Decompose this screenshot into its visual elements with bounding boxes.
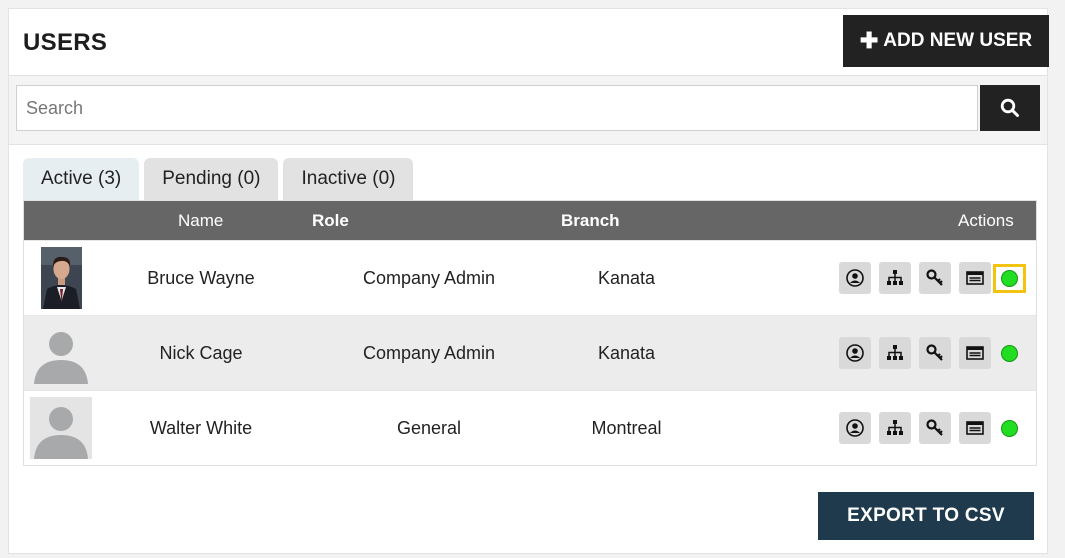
user-name: Walter White: [149, 417, 253, 438]
id-card-icon: [966, 346, 984, 360]
id-card-button[interactable]: [959, 412, 991, 444]
search-bar: [9, 76, 1047, 145]
user-profile-button[interactable]: [839, 337, 871, 369]
search-icon: [1000, 98, 1019, 117]
avatar: [30, 397, 92, 459]
add-new-user-button[interactable]: ✚ ADD NEW USER: [843, 15, 1049, 67]
org-chart-icon: [887, 420, 903, 435]
user-role: General: [396, 417, 462, 438]
key-button[interactable]: [919, 412, 951, 444]
tab-active[interactable]: Active (3): [23, 158, 140, 200]
user-profile-button[interactable]: [839, 262, 871, 294]
table-row: Nick Cage Company Admin Kanata: [24, 315, 1036, 390]
user-profile-icon: [846, 344, 864, 362]
org-chart-button[interactable]: [879, 337, 911, 369]
page-title: USERS: [23, 29, 108, 56]
user-role: Company Admin: [362, 267, 496, 288]
row-actions: [839, 391, 1026, 465]
status-active-icon: [1001, 269, 1018, 287]
status-toggle[interactable]: [993, 414, 1026, 443]
search-input[interactable]: [16, 85, 978, 131]
key-button[interactable]: [919, 262, 951, 294]
org-chart-button[interactable]: [879, 412, 911, 444]
panel-header: USERS ✚ ADD NEW USER: [9, 9, 1049, 76]
column-header-branch[interactable]: Branch: [561, 201, 620, 240]
status-active-icon: [1001, 419, 1018, 437]
column-header-role[interactable]: Role: [312, 201, 349, 240]
org-chart-icon: [887, 270, 903, 285]
org-chart-button[interactable]: [879, 262, 911, 294]
users-panel: USERS ✚ ADD NEW USER Active (3) Pending …: [8, 8, 1049, 554]
table-row: Walter White General Montreal: [24, 390, 1036, 465]
row-actions: [839, 316, 1026, 390]
avatar: [30, 322, 92, 384]
status-tabs: Active (3) Pending (0) Inactive (0): [23, 158, 414, 200]
add-new-user-label: ADD NEW USER: [883, 30, 1033, 51]
avatar: [41, 247, 82, 309]
column-header-name[interactable]: Name: [178, 201, 223, 240]
key-icon: [926, 344, 943, 361]
user-name: Nick Cage: [159, 342, 243, 363]
key-icon: [926, 269, 943, 286]
table-header: Name Role Branch Actions: [24, 201, 1036, 240]
column-header-actions: Actions: [958, 210, 1014, 230]
export-csv-button[interactable]: EXPORT TO CSV: [818, 492, 1034, 540]
status-active-icon: [1001, 344, 1018, 362]
user-profile-icon: [846, 419, 864, 437]
user-profile-button[interactable]: [839, 412, 871, 444]
id-card-button[interactable]: [959, 337, 991, 369]
user-branch: Montreal: [591, 417, 662, 438]
status-toggle[interactable]: [993, 263, 1026, 293]
row-actions: [839, 241, 1026, 315]
users-table: Name Role Branch Actions Bruce Wayne Com…: [23, 200, 1037, 466]
status-toggle[interactable]: [993, 339, 1026, 368]
key-icon: [926, 419, 943, 436]
key-button[interactable]: [919, 337, 951, 369]
tab-inactive[interactable]: Inactive (0): [283, 158, 414, 200]
user-branch: Kanata: [597, 267, 656, 288]
id-card-button[interactable]: [959, 262, 991, 294]
plus-icon: ✚: [859, 28, 879, 53]
id-card-icon: [966, 271, 984, 285]
tab-pending[interactable]: Pending (0): [144, 158, 279, 200]
user-name: Bruce Wayne: [147, 267, 255, 288]
id-card-icon: [966, 421, 984, 435]
table-row: Bruce Wayne Company Admin Kanata: [24, 240, 1036, 315]
search-button[interactable]: [980, 85, 1040, 131]
user-branch: Kanata: [597, 342, 656, 363]
user-profile-icon: [846, 269, 864, 287]
org-chart-icon: [887, 345, 903, 360]
user-role: Company Admin: [362, 342, 496, 363]
